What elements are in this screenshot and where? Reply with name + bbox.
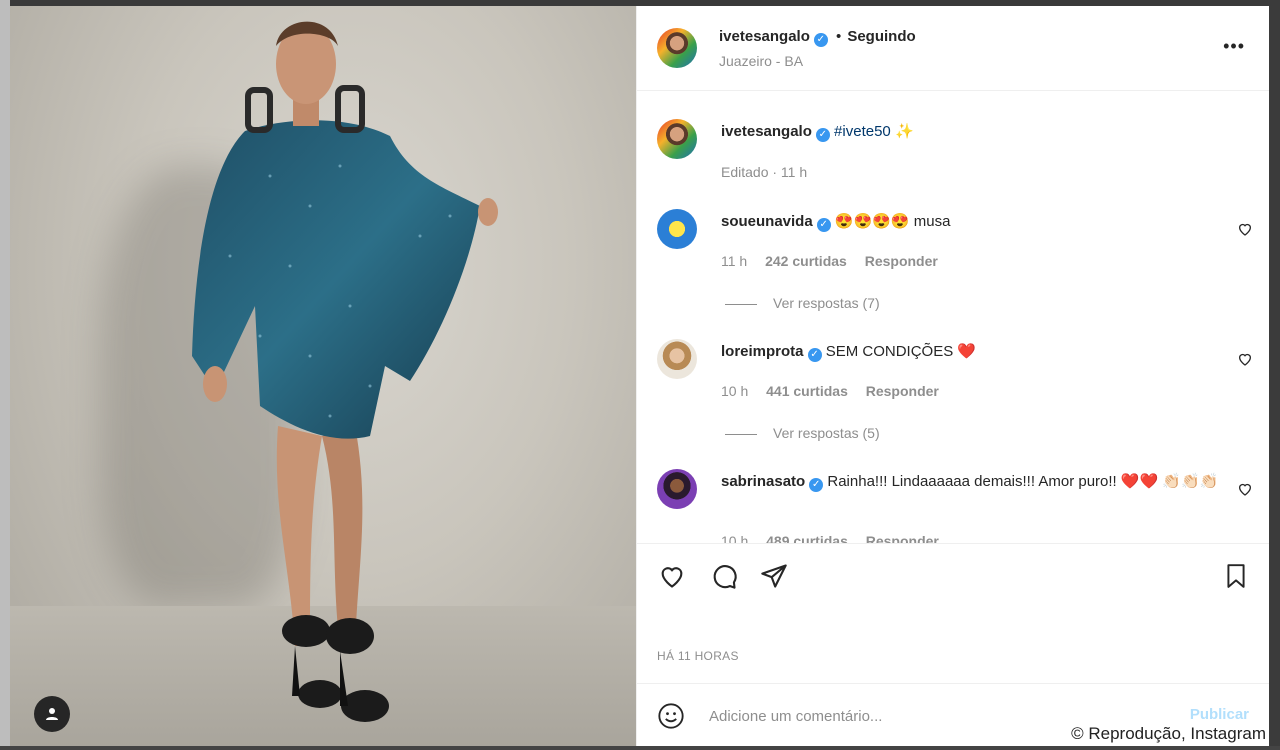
- post-header: ivetesangalo ✓ • Seguindo Juazeiro - BA ••…: [637, 6, 1269, 91]
- caption-meta: Editado · 11 h: [721, 164, 808, 180]
- post-panel: ivetesangalo ✓ • Seguindo Juazeiro - BA ••…: [636, 6, 1269, 746]
- view-replies-label: Ver respostas (7): [773, 295, 880, 311]
- figure-illustration: [192, 21, 498, 722]
- comment-username[interactable]: sabrinasato: [721, 473, 805, 490]
- view-replies-button[interactable]: Ver respostas (7): [725, 295, 880, 311]
- following-button[interactable]: Seguindo: [847, 28, 915, 45]
- photo-credit: © Reprodução, Instagram: [1071, 724, 1266, 743]
- share-icon[interactable]: [759, 562, 789, 590]
- view-replies-label: Ver respostas (5): [773, 425, 880, 441]
- comment-text: sabrinasato ✓ Rainha!!! Lindaaaaaa demais…: [721, 471, 1221, 493]
- heart-icon[interactable]: [657, 562, 687, 590]
- comment-text: soueunavida ✓ 😍😍😍😍 musa: [721, 211, 1221, 233]
- hashtag-link[interactable]: #ivete50: [834, 123, 891, 140]
- header-user-line: ivetesangalo ✓ • Seguindo: [719, 28, 916, 47]
- verified-icon: ✓: [816, 218, 831, 232]
- comment-time[interactable]: 10 h: [721, 533, 748, 543]
- comment-likes[interactable]: 242 curtidas: [765, 253, 847, 269]
- verified-icon: ✓: [807, 348, 822, 362]
- comment-username[interactable]: loreimprota: [721, 343, 804, 360]
- publish-button[interactable]: Publicar: [1190, 706, 1249, 723]
- reply-button[interactable]: Responder: [865, 253, 938, 269]
- comment-icon[interactable]: [709, 562, 739, 590]
- avatar[interactable]: [657, 28, 697, 68]
- comment-meta: 10 h 489 curtidas Responder: [721, 533, 953, 543]
- time-ago[interactable]: HÁ 11 HORAS: [657, 649, 739, 663]
- reply-button[interactable]: Responder: [866, 533, 939, 543]
- comments-list[interactable]: ivetesangalo ✓ #ivete50 ✨ Editado · 11 h …: [637, 91, 1269, 543]
- comment-likes[interactable]: 441 curtidas: [766, 383, 848, 399]
- avatar[interactable]: [657, 469, 697, 509]
- location-link[interactable]: Juazeiro - BA: [719, 53, 803, 69]
- comment-body: SEM CONDIÇÕES ❤️: [825, 343, 977, 360]
- comment-username[interactable]: soueunavida: [721, 213, 813, 230]
- post-actions: HÁ 11 HORAS: [637, 543, 1269, 684]
- heart-icon[interactable]: [1237, 481, 1253, 497]
- comment-text: loreimprota ✓ SEM CONDIÇÕES ❤️: [721, 341, 1221, 363]
- replies-line: [725, 433, 757, 435]
- verified-icon: ✓: [809, 478, 824, 492]
- comment-body: 😍😍😍😍 musa: [834, 213, 951, 230]
- reply-button[interactable]: Responder: [866, 383, 939, 399]
- comment-body: Rainha!!! Lindaaaaaa demais!!! Amor puro…: [827, 473, 1219, 490]
- avatar[interactable]: [657, 209, 697, 249]
- replies-line: [725, 303, 757, 305]
- heart-icon[interactable]: [1237, 351, 1253, 367]
- caption-text: ivetesangalo ✓ #ivete50 ✨: [721, 121, 1221, 143]
- post-photo[interactable]: [10, 6, 636, 746]
- comment-meta: 10 h 441 curtidas Responder: [721, 383, 953, 399]
- verified-icon: ✓: [815, 128, 830, 142]
- user-icon: [46, 708, 58, 720]
- comment-likes[interactable]: 489 curtidas: [766, 533, 848, 543]
- comment-time[interactable]: 11 h: [721, 253, 747, 269]
- more-horizontal-icon[interactable]: •••: [1223, 36, 1245, 57]
- comment-meta: 11 h 242 curtidas Responder: [721, 253, 952, 269]
- backdrop-left: [0, 0, 10, 750]
- heart-icon[interactable]: [1237, 221, 1253, 237]
- verified-icon: ✓: [813, 33, 828, 47]
- backdrop-right: [1268, 0, 1280, 750]
- avatar[interactable]: [657, 119, 697, 159]
- tagged-user-button[interactable]: [34, 696, 70, 732]
- emoji-icon[interactable]: [657, 702, 685, 730]
- caption-username[interactable]: ivetesangalo: [721, 123, 812, 140]
- sparkles-emoji: ✨: [894, 123, 914, 140]
- avatar[interactable]: [657, 339, 697, 379]
- comment-time[interactable]: 10 h: [721, 383, 748, 399]
- bookmark-icon[interactable]: [1223, 562, 1249, 590]
- header-username[interactable]: ivetesangalo: [719, 28, 810, 45]
- dot-separator: •: [836, 28, 842, 45]
- view-replies-button[interactable]: Ver respostas (5): [725, 425, 880, 441]
